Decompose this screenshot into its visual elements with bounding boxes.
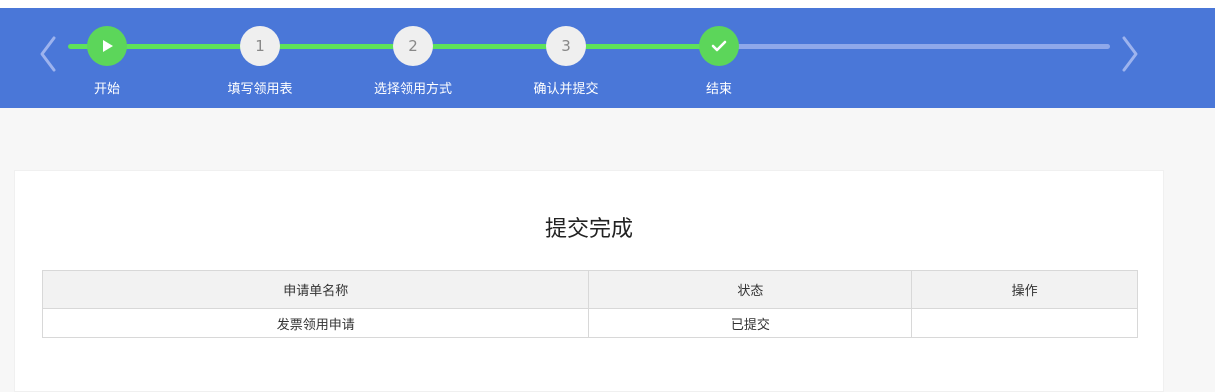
step-number: 1 [255,37,265,55]
step-label-start: 开始 [93,82,120,97]
step-3-node: 3 [546,26,586,66]
cell-actions [911,308,1138,338]
step-number: 2 [408,37,418,55]
table-row: 发票领用申请 已提交 [41,308,1138,338]
top-strip [0,0,1215,8]
step-number: 3 [561,37,571,55]
step-end-node [699,26,739,66]
cell-application-name: 发票领用申请 [41,308,590,338]
progress-track-remaining [720,44,1110,49]
column-header-actions: 操作 [911,270,1138,309]
page-title: 提交完成 [544,217,633,242]
step-label-end: 结束 [705,82,732,97]
step-label-confirm-submit: 确认并提交 [533,82,599,97]
chevron-left-icon[interactable] [36,34,60,74]
table-header-row: 申请单名称 状态 操作 [41,270,1138,309]
step-1-node: 1 [240,26,280,66]
step-label-choose-method: 选择领用方式 [373,82,452,97]
column-header-status: 状态 [588,270,913,309]
column-header-application-name: 申请单名称 [41,270,590,309]
cell-status: 已提交 [588,308,913,338]
check-icon [711,40,727,52]
step-2-node: 2 [393,26,433,66]
play-icon [103,40,113,52]
progress-stepper: 开始 1 填写领用表 2 选择领用方式 3 确认并提交 结束 [0,8,1215,108]
result-table: 申请单名称 状态 操作 发票领用申请 已提交 [41,270,1138,338]
chevron-right-icon[interactable] [1118,34,1142,74]
result-card: 提交完成 申请单名称 状态 操作 发票领用申请 已提交 [14,170,1164,392]
step-start-node [87,26,127,66]
step-label-fill-form: 填写领用表 [227,82,293,97]
